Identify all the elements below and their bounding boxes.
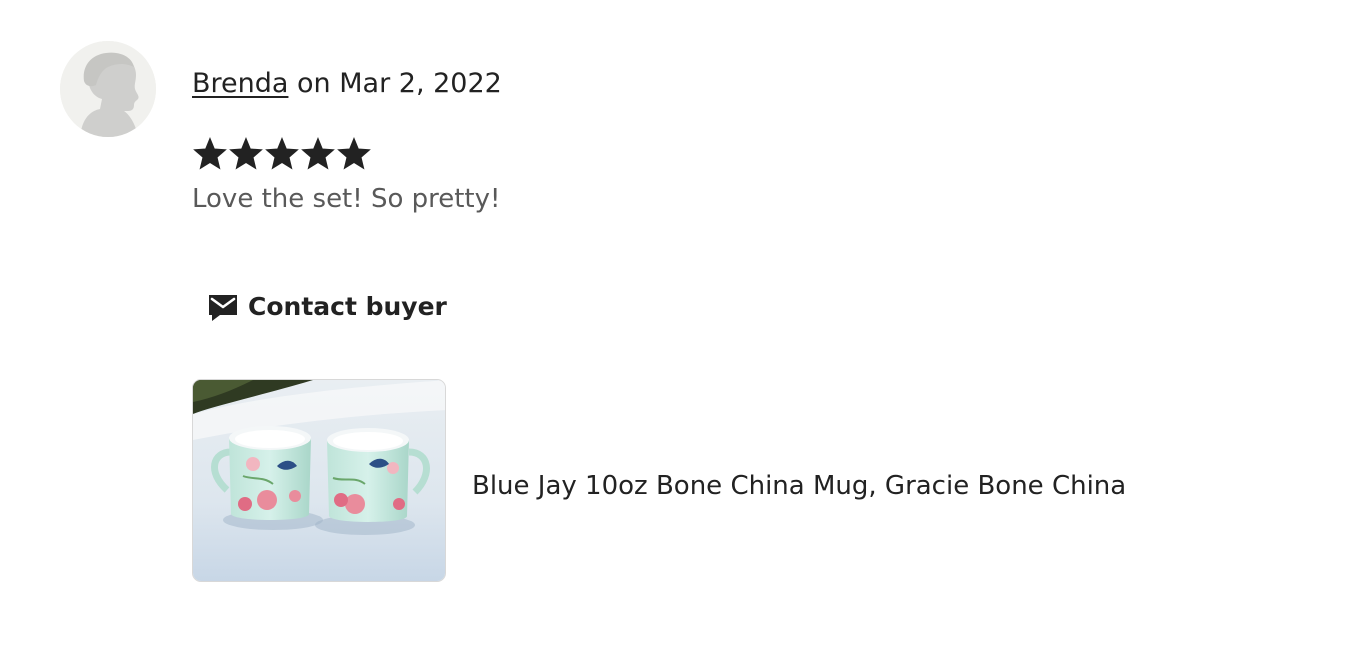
mail-icon (209, 295, 237, 321)
review-date: on Mar 2, 2022 (288, 68, 502, 99)
avatar-silhouette-icon (60, 41, 156, 137)
reviewer-name-link[interactable]: Brenda (192, 68, 288, 99)
star-icon (193, 137, 227, 170)
avatar (60, 41, 156, 137)
star-icon (337, 137, 371, 170)
product-title-link[interactable]: Blue Jay 10oz Bone China Mug, Gracie Bon… (472, 468, 1126, 504)
star-icon (265, 137, 299, 170)
star-rating (192, 135, 372, 173)
star-icon (229, 137, 263, 170)
star-icon (301, 137, 335, 170)
review-text: Love the set! So pretty! (192, 184, 501, 214)
contact-buyer-label: Contact buyer (248, 291, 447, 321)
product-image (193, 380, 445, 581)
review-header: Brenda on Mar 2, 2022 (192, 66, 502, 102)
contact-buyer-button[interactable]: Contact buyer (196, 282, 457, 330)
product-thumbnail[interactable] (192, 379, 446, 582)
